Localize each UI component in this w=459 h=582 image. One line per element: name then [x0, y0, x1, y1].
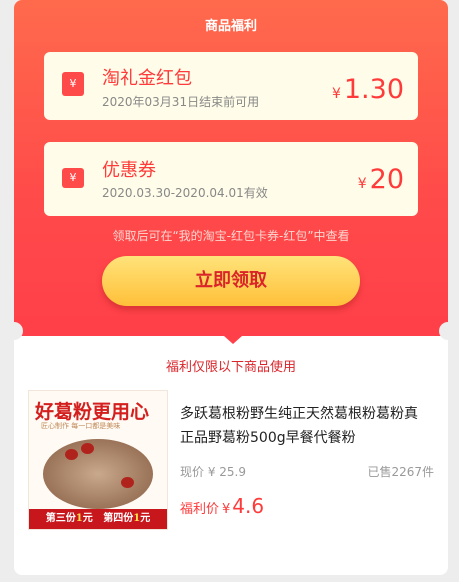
currency-symbol: ¥ — [222, 502, 231, 517]
welfare-label: 福利价 — [180, 502, 220, 517]
product-name[interactable]: 多跃葛根粉野生纯正天然葛根粉葛粉真正品野葛粉500g早餐代餐粉 — [180, 402, 430, 450]
claim-button[interactable]: 立即领取 — [102, 256, 360, 306]
sold-count: 已售2267件 — [367, 465, 434, 479]
welfare-card: 商品福利 ¥ 淘礼金红包 2020年03月31日结束前可用 ¥1.30 ¥ 优惠… — [14, 0, 448, 575]
limit-label: 福利仅限以下商品使用 — [165, 360, 296, 375]
jujube-decoration — [121, 477, 134, 488]
pointer-arrow — [224, 336, 242, 344]
ticket-notch-right — [439, 322, 448, 340]
discount-coupon[interactable]: ¥ 优惠券 2020.03.30-2020.04.01有效 ¥20 — [44, 142, 418, 216]
coupon-title: 淘礼金红包 — [102, 68, 192, 89]
jujube-decoration — [65, 449, 78, 460]
ticket-icon: ¥ — [62, 168, 84, 188]
panel-title: 商品福利 — [204, 19, 257, 34]
currency-symbol: ¥ — [357, 176, 367, 192]
current-price: 现价 ¥ 25.9 — [180, 465, 246, 479]
welfare-price-value: 4.6 — [232, 494, 265, 518]
amount-value: 1.30 — [343, 74, 404, 105]
claim-notice: 领取后可在“我的淘宝-红包卡券-红包”中查看 — [112, 229, 350, 243]
product-image-headline: 好葛粉更用心 — [35, 401, 150, 423]
currency-symbol: ¥ — [331, 86, 341, 102]
jujube-decoration — [81, 443, 94, 454]
coupon-validity: 2020.03.30-2020.04.01有效 — [102, 186, 268, 200]
amount-value: 20 — [369, 164, 404, 195]
red-envelope-icon: ¥ — [62, 72, 84, 96]
coupon-panel: 商品福利 ¥ 淘礼金红包 2020年03月31日结束前可用 ¥1.30 ¥ 优惠… — [14, 0, 448, 336]
product-image[interactable]: 好葛粉更用心 匠心制作 每一口都是美味 第三份1元 第四份1元 — [28, 390, 168, 530]
coupon-amount: ¥1.30 — [332, 74, 404, 105]
porridge-bowl — [43, 439, 153, 509]
red-envelope-coupon[interactable]: ¥ 淘礼金红包 2020年03月31日结束前可用 ¥1.30 — [44, 52, 418, 120]
coupon-amount: ¥20 — [358, 164, 404, 195]
welfare-price: 福利价 ¥4.6 — [180, 494, 264, 518]
coupon-validity: 2020年03月31日结束前可用 — [102, 95, 260, 109]
product-image-tagline: 匠心制作 每一口都是美味 — [41, 422, 121, 430]
coupon-title: 优惠券 — [102, 160, 156, 181]
promo-band: 第三份1元 第四份1元 — [29, 509, 167, 529]
